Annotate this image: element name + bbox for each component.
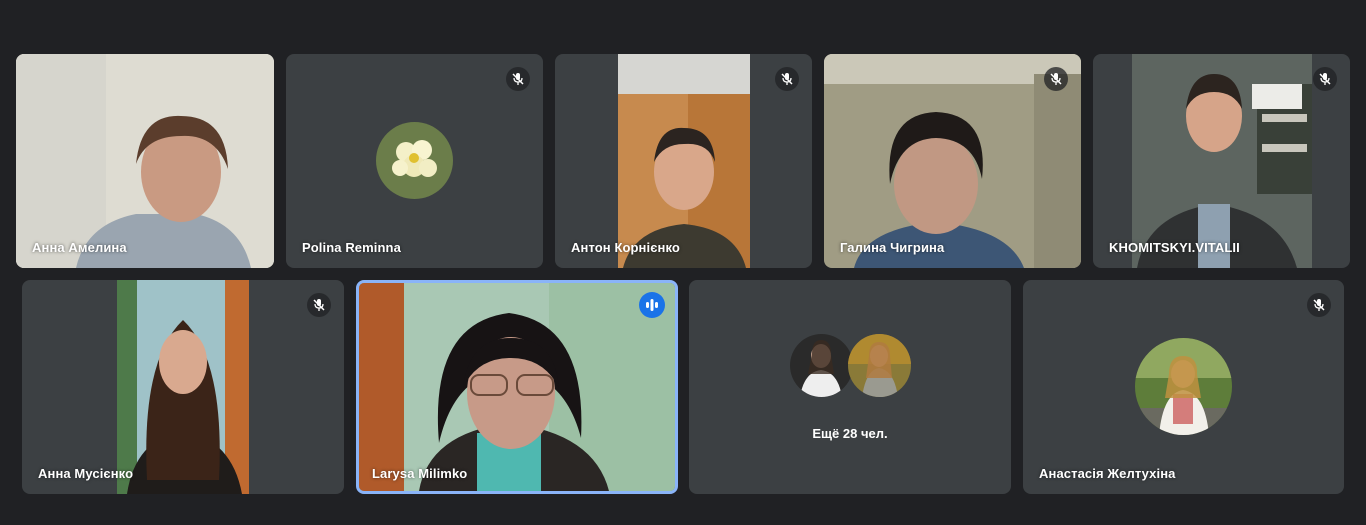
participant-name: KHOMITSKYI.VITALII xyxy=(1109,240,1240,255)
participant-video xyxy=(359,283,675,491)
mic-off-icon xyxy=(1044,67,1068,91)
participant-avatar xyxy=(848,334,911,397)
participant-name: Polina Reminna xyxy=(302,240,401,255)
participant-tile-anastasiia-zheltukhina[interactable]: Анастасія Желтухіна xyxy=(1023,280,1344,494)
mic-off-icon xyxy=(506,67,530,91)
participant-video xyxy=(16,54,274,268)
participant-tile-anton-kornienko[interactable]: Антон Корнієнко xyxy=(555,54,812,268)
participant-tile-polina-reminna[interactable]: Polina Reminna xyxy=(286,54,543,268)
participant-avatar xyxy=(790,334,853,397)
mic-off-icon xyxy=(775,67,799,91)
flower-icon xyxy=(376,122,453,199)
mic-off-icon xyxy=(1313,67,1337,91)
participant-tile-halyna-chyhryna[interactable]: Галина Чигрина xyxy=(824,54,1081,268)
participant-tile-anna-amelina[interactable]: Анна Амелина xyxy=(16,54,274,268)
more-participants-tile[interactable]: Ещё 28 чел. xyxy=(689,280,1011,494)
participant-name: Антон Корнієнко xyxy=(571,240,680,255)
participant-tile-khomitskyi-vitalii[interactable]: KHOMITSKYI.VITALII xyxy=(1093,54,1350,268)
mic-off-icon xyxy=(1307,293,1331,317)
participant-video xyxy=(1132,54,1312,268)
participant-avatar xyxy=(1135,338,1232,435)
participant-video xyxy=(117,280,249,494)
participant-tile-anna-musiienko[interactable]: Анна Мусієнко xyxy=(22,280,344,494)
participant-name: Анна Амелина xyxy=(32,240,127,255)
participant-name: Анастасія Желтухіна xyxy=(1039,466,1176,481)
mic-off-icon xyxy=(307,293,331,317)
participant-name: Larysa Milimko xyxy=(372,466,468,481)
more-participants-label: Ещё 28 чел. xyxy=(812,426,888,441)
participant-video xyxy=(824,54,1081,268)
participant-name: Галина Чигрина xyxy=(840,240,945,255)
participant-name: Анна Мусієнко xyxy=(38,466,134,481)
audio-level-icon xyxy=(639,292,665,318)
participant-video xyxy=(618,54,750,268)
participant-tile-larysa-milimko[interactable]: Larysa Milimko xyxy=(356,280,678,494)
